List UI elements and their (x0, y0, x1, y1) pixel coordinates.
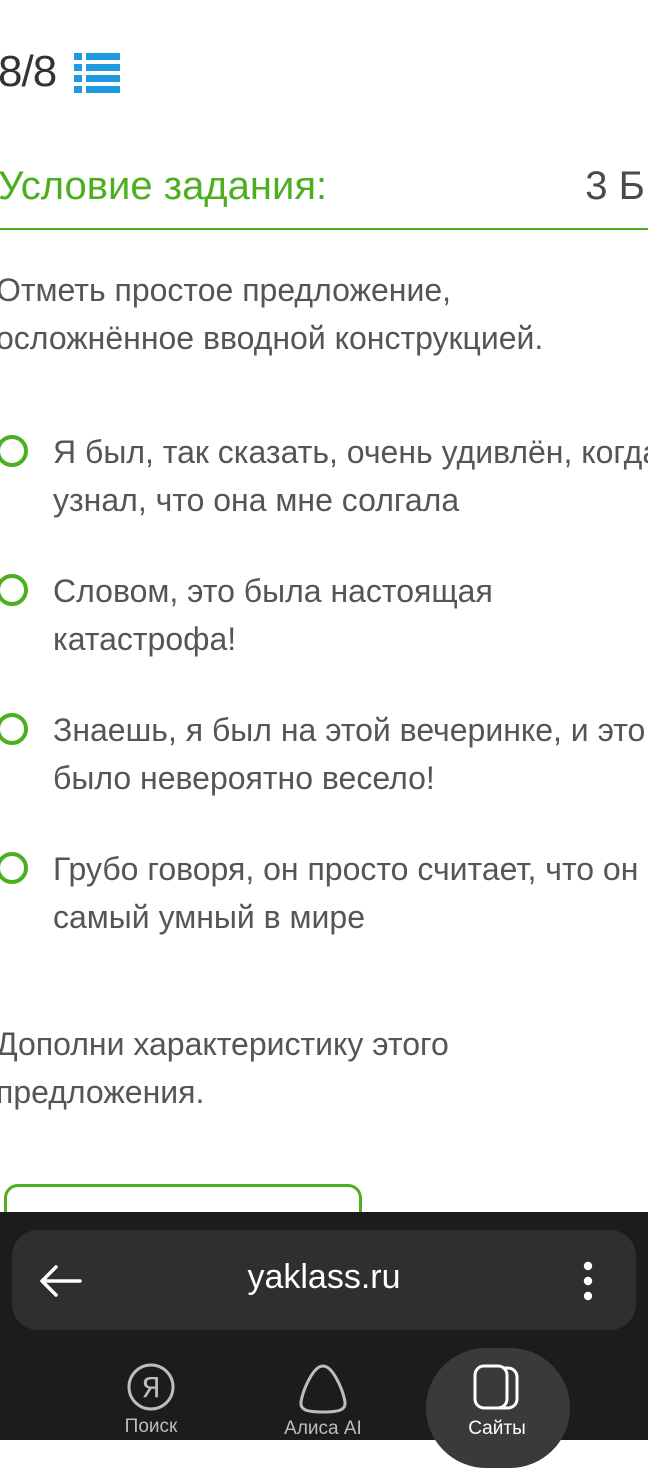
task-header: Условие задания: 3 Б. (0, 160, 648, 230)
question-text: Отметь простое предложение, осложнённое … (0, 272, 544, 356)
alice-icon (299, 1364, 347, 1414)
option-label: Я был, так сказать, очень удивлён, когда… (53, 434, 648, 518)
task-title: Условие задания: (0, 164, 328, 208)
task-points: 3 Б. (585, 164, 648, 208)
counter-text: 8/8 (0, 47, 57, 96)
question-counter: 8/8 (0, 44, 121, 100)
radio-button[interactable] (0, 435, 28, 467)
tabs-icon (473, 1364, 519, 1410)
radio-button[interactable] (0, 852, 28, 884)
option-label: Грубо говоря, он просто считает, что он … (53, 851, 639, 935)
nav-label: Поиск (124, 1416, 178, 1437)
option-label: Словом, это была настоящая катастрофа! (53, 573, 493, 657)
list-icon[interactable] (74, 51, 121, 93)
svg-text:Я: Я (141, 1371, 160, 1404)
url-text[interactable]: yaklass.ru (12, 1258, 636, 1297)
option-label: Знаешь, я был на этой вечеринке, и это б… (53, 712, 646, 796)
nav-label: Алиса AI (284, 1418, 362, 1439)
nav-sites[interactable]: Сайты (422, 1362, 572, 1454)
radio-button[interactable] (0, 574, 28, 606)
nav-search[interactable]: Я Поиск (76, 1362, 226, 1454)
more-vertical-icon[interactable] (570, 1256, 606, 1306)
yandex-search-icon: Я (127, 1363, 175, 1411)
complete-prompt: Дополни характеристику этого предложения… (0, 1026, 449, 1110)
address-bar[interactable]: yaklass.ru (12, 1230, 636, 1330)
nav-alice[interactable]: Алиса AI (248, 1362, 398, 1454)
radio-button[interactable] (0, 713, 28, 745)
nav-label: Сайты (468, 1418, 526, 1439)
